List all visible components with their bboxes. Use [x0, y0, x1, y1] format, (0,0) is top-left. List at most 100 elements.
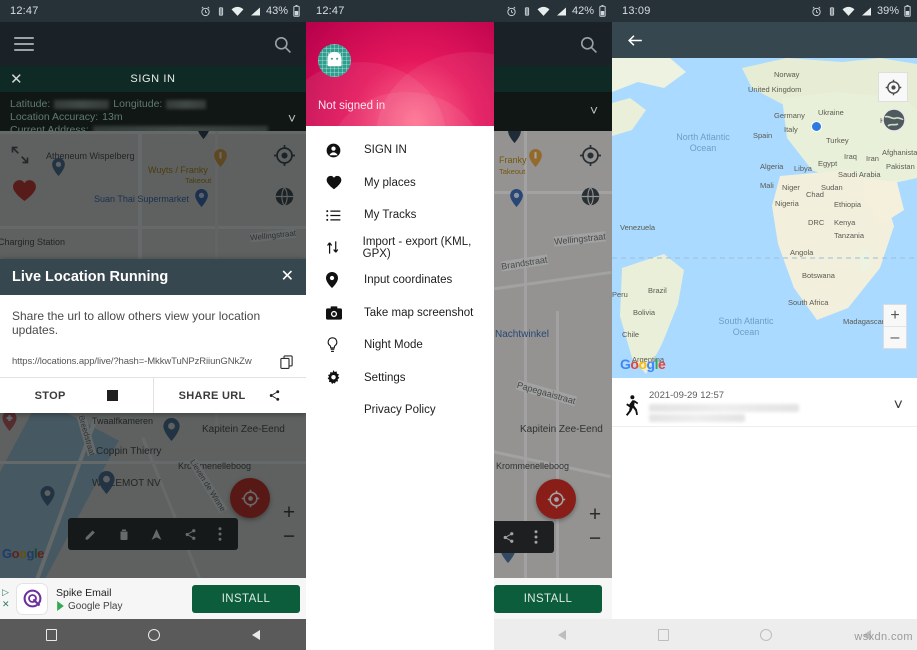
battery-icon — [904, 5, 911, 17]
alarm-icon — [200, 6, 211, 17]
share-url-button[interactable]: SHARE URL — [152, 378, 307, 413]
menu-item-input-coordinates[interactable]: Input coordinates — [306, 264, 494, 297]
stop-button[interactable]: STOP — [0, 378, 153, 413]
walking-person-icon — [624, 395, 639, 416]
battery-icon — [293, 5, 300, 17]
back-button[interactable] — [558, 629, 567, 640]
menu-item-my-tracks[interactable]: My Tracks — [306, 199, 494, 232]
signal-icon — [249, 6, 261, 17]
zoom-in-button[interactable]: + — [884, 305, 906, 326]
back-button[interactable] — [252, 629, 261, 640]
navigation-drawer: Not signed in SIGN IN My places My Track… — [306, 22, 494, 650]
country-label: Kenya — [834, 218, 856, 227]
track-datetime: 2021-09-29 12:57 — [649, 389, 725, 401]
track-row[interactable]: 2021-09-29 12:57 ˅ — [612, 385, 917, 427]
ad-app-icon — [16, 582, 48, 615]
menu-label: My places — [364, 176, 416, 189]
lightbulb-icon — [326, 337, 348, 353]
country-label: Iran — [866, 154, 879, 163]
heart-icon — [326, 175, 348, 190]
track-detail-blurred — [649, 403, 799, 412]
battery-percent: 43% — [265, 5, 288, 17]
install-button[interactable]: INSTALL — [494, 584, 602, 613]
copy-icon[interactable] — [279, 354, 294, 369]
menu-label: Input coordinates — [364, 274, 453, 287]
recents-button[interactable] — [45, 628, 57, 641]
menu-item-settings[interactable]: Settings — [306, 362, 494, 395]
alarm-icon — [506, 6, 517, 17]
live-url-text[interactable]: https://locations.app/live/?hash=-MkkwTu… — [12, 356, 252, 367]
ad-store-row: Google Play — [56, 600, 122, 613]
world-map[interactable]: Norway United Kingdom Germany Ukraine Sp… — [612, 58, 917, 378]
menu-item-import-export[interactable]: Import - export (KML, GPX) — [306, 232, 494, 265]
drawer-menu: SIGN IN My places My Tracks Import - exp… — [306, 126, 494, 427]
country-label: Chile — [622, 330, 640, 339]
chevron-down-icon[interactable]: ˅ — [590, 102, 598, 118]
country-label: Mali — [760, 181, 774, 190]
country-label: Italy — [784, 125, 798, 134]
country-label: Algeria — [760, 162, 784, 171]
status-bar-p1: 12:47 43% — [0, 0, 306, 22]
country-label: Afghanistan — [882, 148, 917, 157]
signal-icon — [555, 6, 567, 17]
menu-label: Settings — [364, 371, 406, 384]
stop-label: STOP — [34, 389, 66, 402]
ad-banner-p1[interactable]: ▷ ✕ Spike Email Google Play INSTALL — [0, 578, 306, 619]
wifi-icon — [842, 6, 855, 17]
menu-item-take-screenshot[interactable]: Take map screenshot — [306, 297, 494, 330]
zoom-out-button[interactable]: – — [884, 326, 906, 348]
menu-item-privacy-policy[interactable]: Privacy Policy — [306, 394, 494, 427]
menu-label: Night Mode — [364, 339, 423, 352]
install-button[interactable]: INSTALL — [192, 584, 300, 613]
chevron-down-icon[interactable]: ˅ — [894, 397, 903, 415]
vibrate-icon — [827, 6, 837, 17]
country-label: Iraq — [844, 152, 857, 161]
chevron-down-icon[interactable]: ˅ — [288, 110, 296, 126]
accuracy-label: Location Accuracy: — [10, 111, 99, 123]
status-time: 13:09 — [622, 5, 651, 17]
recents-button[interactable] — [657, 628, 669, 641]
sign-in-label: SIGN IN — [130, 73, 176, 85]
country-label: United Kingdom — [748, 85, 802, 94]
country-label: Pakistan — [886, 162, 915, 171]
current-location-dot — [811, 121, 822, 132]
country-label: Germany — [774, 111, 805, 120]
android-robot-avatar[interactable] — [318, 44, 351, 77]
share-icon — [268, 389, 281, 402]
dialog-header: Live Location Running ✕ — [0, 259, 306, 295]
url-row: https://locations.app/live/?hash=-MkkwTu… — [12, 354, 294, 369]
country-label: Spain — [753, 131, 773, 140]
country-label: Ethiopia — [834, 200, 862, 209]
status-time: 12:47 — [10, 5, 39, 17]
ad-title: Spike Email — [56, 586, 112, 599]
country-label: Norway — [774, 70, 800, 79]
search-icon[interactable] — [579, 35, 598, 54]
menu-item-my-places[interactable]: My places — [306, 167, 494, 200]
home-button[interactable] — [759, 628, 772, 641]
search-icon[interactable] — [273, 35, 292, 54]
longitude-value-blurred — [166, 100, 207, 109]
three-panel-screenshot: 12:47 43% ✕ SIGN IN Latitude: Longitude: — [0, 0, 917, 650]
gear-icon — [326, 370, 348, 385]
wifi-icon — [231, 6, 244, 17]
country-label: Saudi Arabia — [838, 170, 881, 179]
globe-layers-icon[interactable] — [882, 108, 906, 132]
nav-bar-p1 — [0, 619, 306, 650]
dialog-description: Share the url to allow others view your … — [12, 309, 261, 337]
latitude-label: Latitude: — [10, 98, 51, 110]
close-icon[interactable]: ✕ — [281, 269, 294, 285]
country-label: Turkey — [826, 136, 849, 145]
country-label: Ukraine — [818, 108, 844, 117]
sign-in-strip[interactable]: ✕ SIGN IN — [0, 66, 306, 92]
hamburger-icon[interactable] — [14, 33, 34, 55]
home-button[interactable] — [148, 628, 161, 641]
arrow-back-icon[interactable] — [626, 31, 645, 50]
country-label: Sudan — [821, 183, 843, 192]
menu-label: Import - export (KML, GPX) — [362, 235, 472, 260]
zoom-controls-p3[interactable]: + – — [883, 304, 907, 349]
country-label: Botswana — [802, 271, 835, 280]
menu-item-night-mode[interactable]: Night Mode — [306, 329, 494, 362]
my-location-icon[interactable] — [878, 72, 908, 102]
status-time: 12:47 — [316, 5, 345, 17]
menu-item-sign-in[interactable]: SIGN IN — [306, 134, 494, 167]
